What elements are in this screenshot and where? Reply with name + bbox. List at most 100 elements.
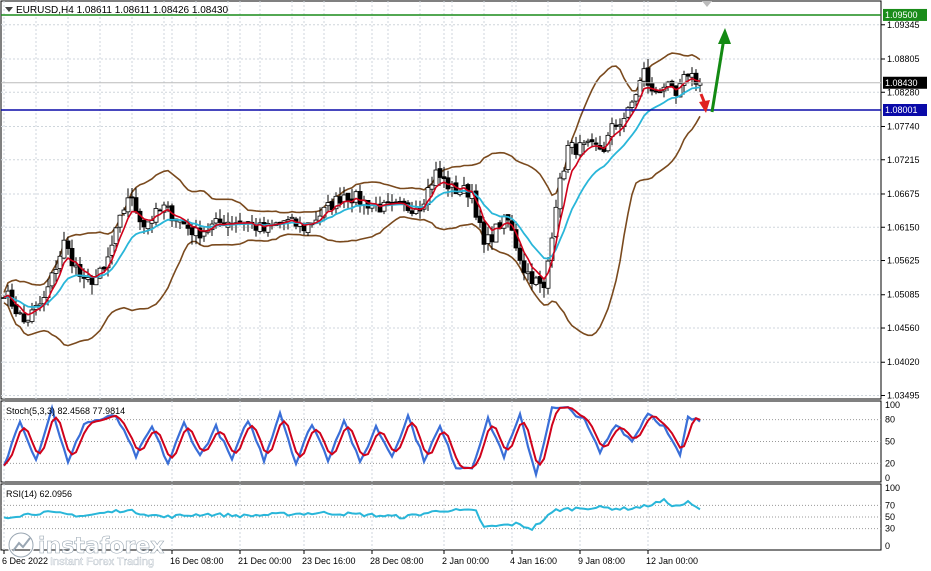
rsi-tick-label: 70 (885, 500, 895, 510)
candle-body (289, 216, 295, 219)
stoch-tick-label: 20 (885, 458, 895, 468)
price-tick-label: 1.05625 (887, 256, 920, 266)
candle-body (113, 227, 119, 245)
price-tick-label: 1.07740 (887, 121, 920, 131)
candle-body (213, 218, 219, 224)
rsi-tick-label: 100 (885, 483, 900, 493)
candle-body (81, 276, 87, 279)
candle-body (325, 202, 331, 207)
candle-body (381, 201, 387, 212)
time-tick-label: 21 Dec 00:00 (238, 556, 292, 566)
candle-body (145, 221, 151, 230)
candle-body (185, 224, 191, 229)
instaforex-logo: instaforex Instant Forex Trading (7, 531, 165, 568)
stoch-tick-label: 80 (885, 415, 895, 425)
candle-body (649, 83, 655, 92)
candle-body (565, 145, 571, 170)
symbol-info: EURUSD,H4 1.08611 1.08611 1.08426 1.0843… (16, 5, 228, 16)
price-tick-label: 1.04560 (887, 323, 920, 333)
price-tick-label: 1.06150 (887, 222, 920, 232)
candle-body (593, 142, 599, 145)
candle-body (641, 68, 647, 82)
price-tick-label: 1.06675 (887, 189, 920, 199)
candle-body (581, 142, 587, 145)
candle-body (525, 271, 531, 275)
candle-body (625, 107, 631, 118)
candle-body (569, 142, 575, 148)
candle-body (673, 85, 679, 96)
candle-body (561, 170, 567, 180)
candle-body (653, 90, 659, 93)
candle-body (481, 221, 487, 245)
candle-body (85, 277, 91, 280)
candle-body (117, 214, 123, 228)
stoch-label: Stoch(5,3,3) 82.4568 77.9814 (6, 406, 125, 416)
candle-body (385, 201, 391, 204)
candle-body (433, 169, 439, 187)
candle-body (489, 234, 495, 243)
price-tick-label: 1.07215 (887, 155, 920, 165)
candle-body (165, 205, 171, 208)
candle-body (629, 101, 635, 108)
time-tick-label: 9 Jan 08:00 (578, 556, 625, 566)
candle-body (181, 221, 187, 225)
symbol-header: EURUSD,H4 1.08611 1.08611 1.08426 1.0843… (5, 5, 228, 16)
candle-body (201, 231, 207, 237)
candle-body (577, 142, 583, 156)
logo-tagline: Instant Forex Trading (50, 556, 154, 568)
candle-body (689, 73, 695, 78)
candle-body (517, 247, 523, 261)
candle-body (669, 80, 675, 87)
candle-body (529, 271, 535, 284)
candle-body (589, 139, 595, 143)
candle-body (17, 312, 23, 315)
candle-body (397, 201, 403, 203)
trading-chart[interactable]: 1.09345 1.08805 1.08280 1.07740 1.07215 1.066… (0, 0, 931, 571)
rsi-tick-label: 50 (885, 512, 895, 522)
candle-body (157, 209, 163, 212)
resistance-tag-label: 1.09500 (885, 10, 918, 20)
candle-body (21, 313, 27, 323)
candle-body (61, 239, 67, 259)
candle-body (49, 272, 55, 287)
candle-body (573, 143, 579, 155)
candle-body (477, 215, 483, 223)
price-tick-label: 1.05085 (887, 290, 920, 300)
candle-body (237, 220, 243, 223)
time-tick-label: 12 Jan 00:00 (646, 556, 698, 566)
candle-body (217, 218, 223, 223)
candle-body (541, 281, 547, 289)
candle-body (485, 234, 491, 244)
candle-body (441, 176, 447, 180)
price-tick-label: 1.03495 (887, 391, 920, 401)
candle-body (53, 269, 59, 274)
rsi-tick-label: 30 (885, 524, 895, 534)
candle-body (657, 91, 663, 94)
price-tick-label: 1.08280 (887, 87, 920, 97)
candle-body (133, 197, 139, 213)
candle-body (189, 227, 195, 236)
candle-body (521, 260, 527, 273)
time-tick-label: 23 Dec 16:00 (302, 556, 356, 566)
stoch-tick-label: 100 (885, 400, 900, 410)
candle-body (125, 197, 131, 213)
candle-body (685, 73, 691, 77)
candle-body (69, 248, 75, 267)
candle-body (437, 168, 443, 178)
rsi-label: RSI(14) 62.0956 (6, 489, 72, 499)
candle-body (345, 192, 351, 201)
price-tick-label: 1.09345 (887, 20, 920, 30)
rsi-tick-label: 0 (885, 541, 890, 551)
candle-body (141, 219, 147, 228)
candle-body (353, 191, 359, 203)
candle-body (73, 264, 79, 268)
stoch-tick-label: 0 (885, 473, 890, 483)
candle-body (457, 191, 463, 196)
candle-body (533, 277, 539, 285)
candle-body (65, 240, 71, 249)
candle-body (357, 191, 363, 205)
support-tag-label: 1.08001 (885, 105, 918, 115)
price-tick-label: 1.08805 (887, 54, 920, 64)
stoch-tick-label: 50 (885, 437, 895, 447)
candle-body (585, 140, 591, 143)
